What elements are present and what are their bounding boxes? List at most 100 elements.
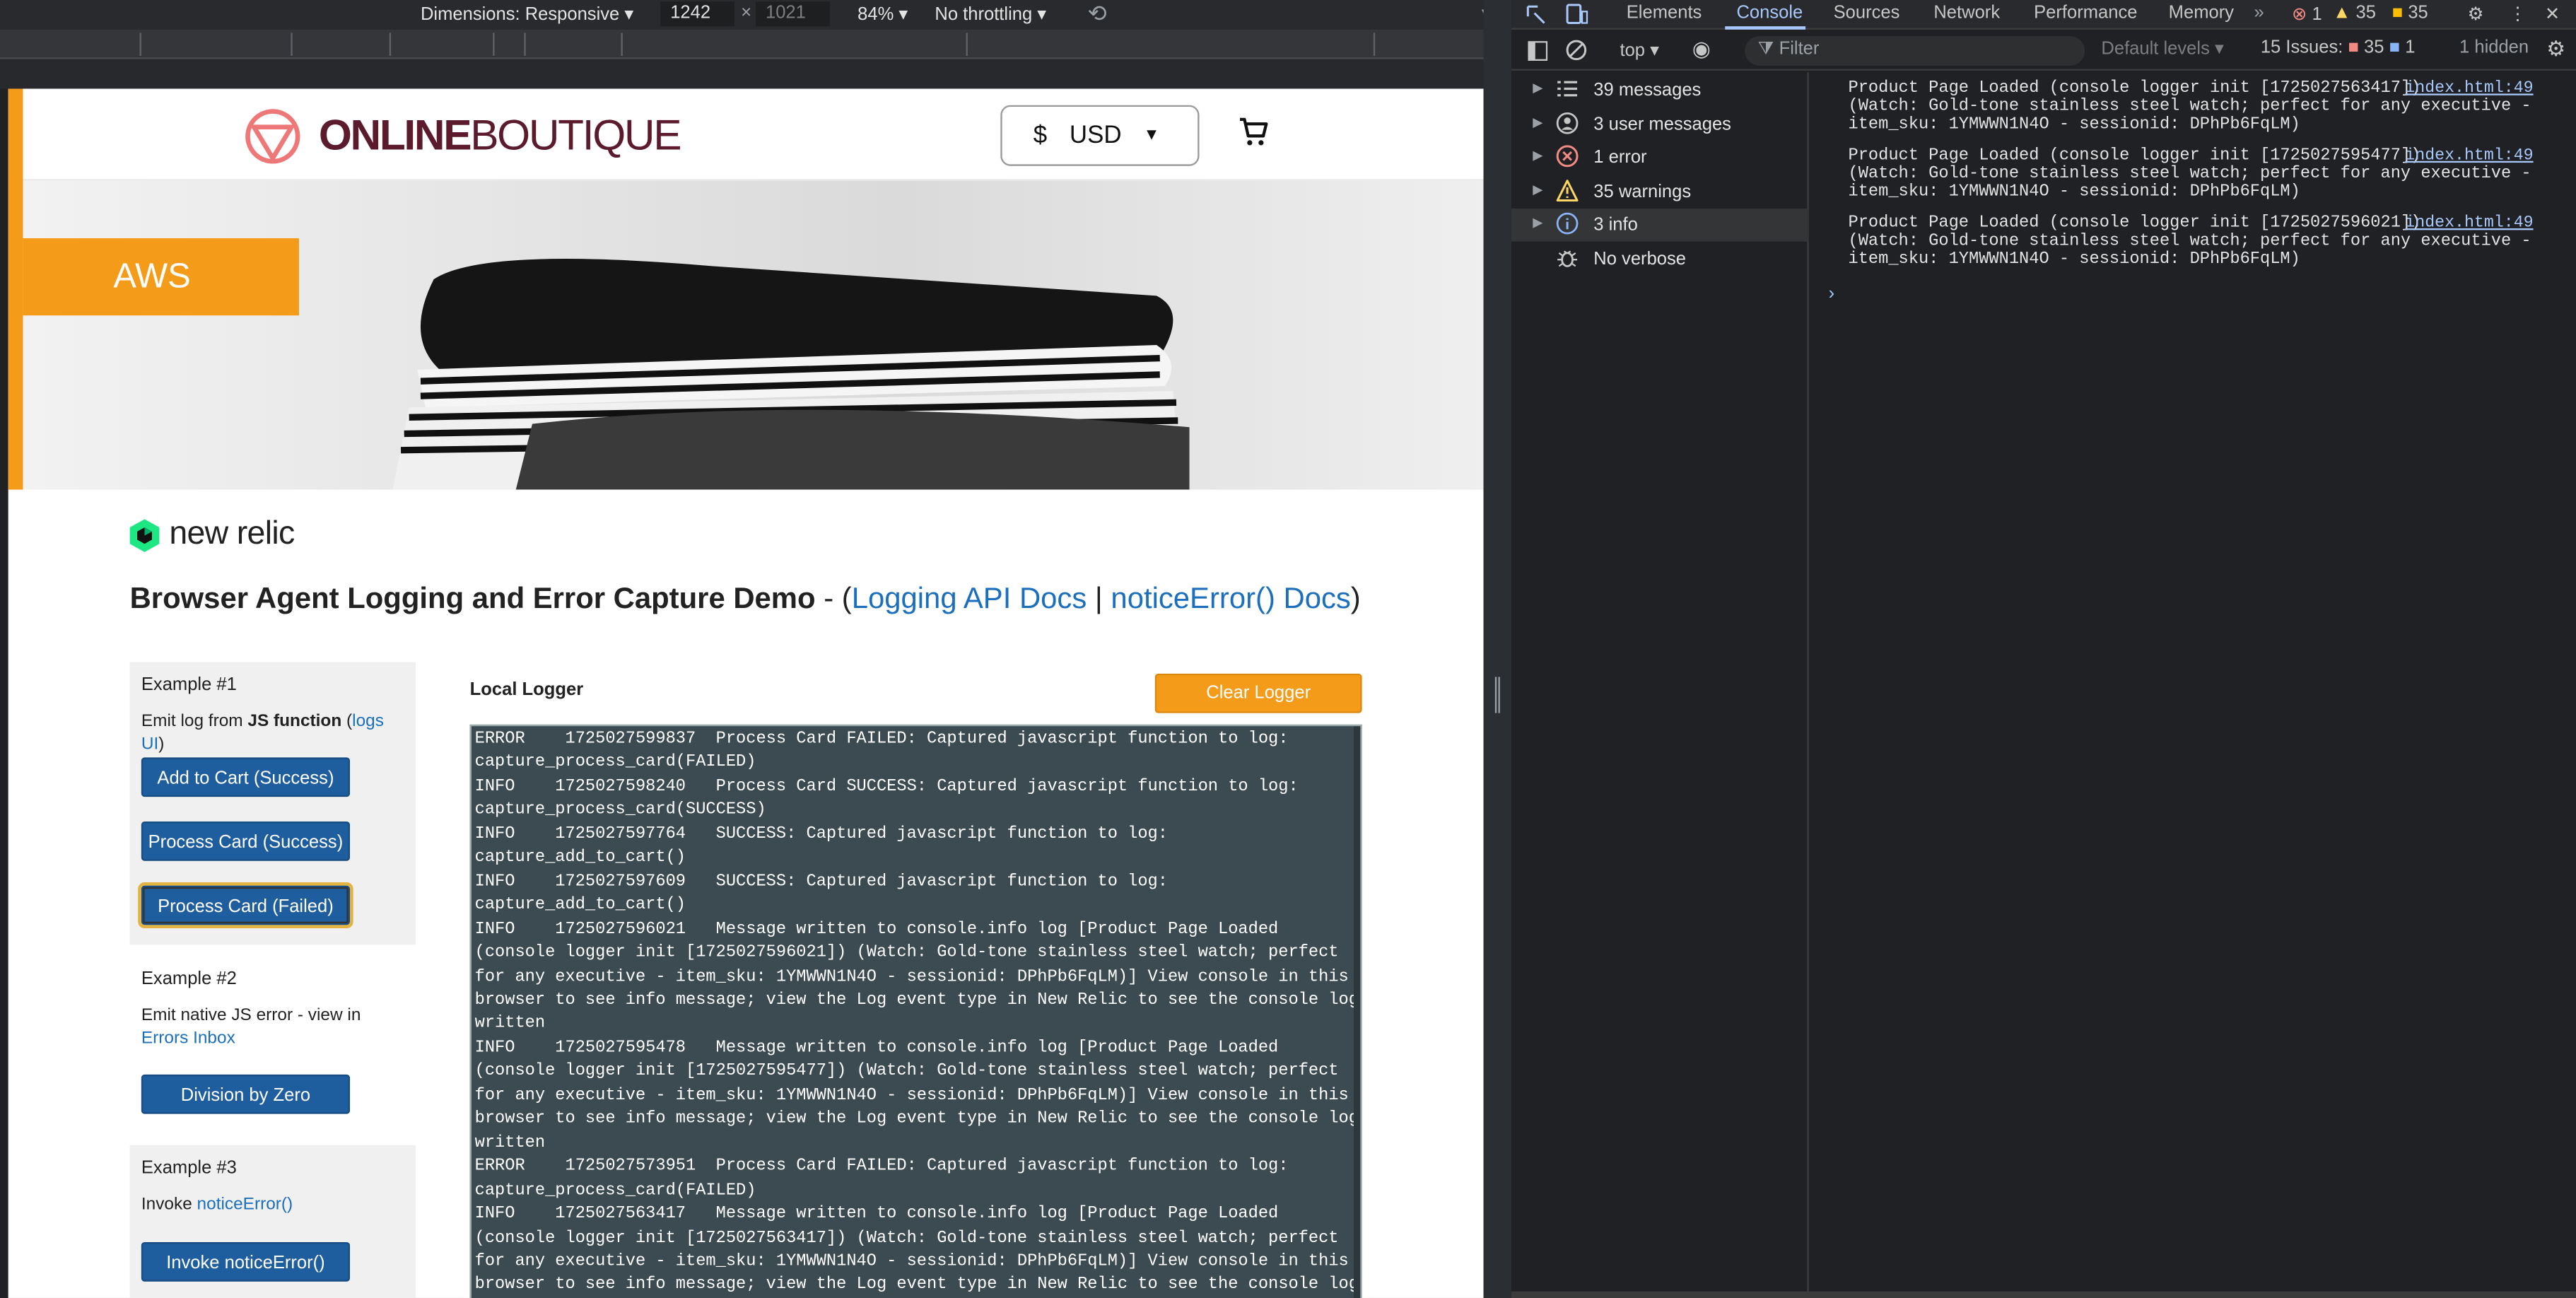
issues-warn-count: 35 (2364, 37, 2384, 58)
sidebar-item-verbose[interactable]: No verbose (1511, 243, 1809, 276)
tab-console[interactable]: Console (1736, 4, 1803, 23)
cart-icon[interactable] (1236, 113, 1272, 149)
notice-error-link[interactable]: noticeError() (197, 1195, 293, 1215)
height-input[interactable]: 1021 (756, 1, 830, 27)
sidebar-item-label: 35 warnings (1593, 182, 1692, 202)
log-line: capture_process_card(FAILED) (474, 754, 756, 773)
width-input[interactable]: 1242 (660, 1, 734, 27)
expand-arrow-icon: ▶ (1533, 182, 1543, 197)
context-selector[interactable]: top ▾ (1620, 40, 1658, 61)
log-levels-dropdown[interactable]: Default levels ▾ (2101, 37, 2223, 59)
sidebar-item-errors[interactable]: ▶ 1 error (1511, 141, 1809, 174)
error-counter[interactable]: ⊗ 1 (2292, 4, 2322, 25)
devtools-resizer[interactable] (1483, 0, 1512, 1298)
tab-performance[interactable]: Performance (2034, 4, 2137, 23)
tab-network[interactable]: Network (1933, 4, 2000, 23)
user-icon (1556, 112, 1579, 134)
log-line: (console logger init [1725027595477]) (W… (474, 1063, 1339, 1082)
message-line: item_sku: 1YMWWN1N4O - sessionid: DPhPb6… (1848, 185, 2300, 203)
example-2-title: Example #2 (141, 969, 237, 990)
log-line: capture_add_to_cart() (474, 897, 686, 916)
invoke-notice-error-button[interactable]: Invoke noticeError() (141, 1241, 351, 1282)
sidebar-item-warnings[interactable]: ▶ 35 warnings (1511, 176, 1809, 209)
tab-elements[interactable]: Elements (1627, 4, 1702, 23)
log-line: ERROR 1725027599837 Process Card FAILED:… (474, 731, 1289, 749)
issue-icon: ■ (2391, 3, 2404, 23)
rotate-icon[interactable]: ⟲ (1087, 0, 1106, 28)
log-line: written (474, 1135, 546, 1153)
console-prompt-icon[interactable]: › (1829, 284, 1835, 304)
log-line: (console logger init [1725027596021]) (W… (474, 945, 1339, 964)
console-settings-icon[interactable]: ⚙ (2546, 36, 2565, 62)
throttling-dropdown[interactable]: No throttling ▾ (935, 4, 1046, 25)
logging-api-docs-link[interactable]: Logging API Docs (852, 582, 1087, 614)
log-line: INFO 1725027597609 SUCCESS: Captured jav… (474, 873, 1169, 892)
issues-button[interactable]: 15 Issues: ■ 35 ■ 1 (2261, 37, 2416, 57)
tab-memory[interactable]: Memory (2169, 4, 2234, 23)
process-card-failed-button[interactable]: Process Card (Failed) (138, 882, 353, 929)
site-logo[interactable]: ONLINEBOUTIQUE (319, 110, 682, 161)
log-line: capture_process_card(SUCCESS) (474, 802, 766, 821)
clear-console-icon[interactable] (1566, 40, 1587, 61)
example-1-desc-post: ) (158, 734, 165, 754)
screen: Dimensions: Responsive ▾ 1242 × 1021 84%… (0, 0, 2576, 1298)
log-line: for any executive - item_sku: 1YMWWN1N4O… (474, 969, 1349, 987)
example-2-desc-text: Emit native JS error - view in (141, 1005, 361, 1026)
expand-arrow-icon: ▶ (1533, 148, 1543, 163)
add-to-cart-success-button[interactable]: Add to Cart (Success) (141, 757, 351, 797)
sidebar-item-label: 1 error (1593, 148, 1647, 168)
devtools-panel: Elements Console Sources Network Perform… (1511, 0, 2576, 1298)
media-query-bar[interactable] (0, 29, 1512, 59)
currency-selector[interactable]: $ USD ▼ (1000, 105, 1200, 166)
inspect-element-icon[interactable] (1526, 5, 1546, 25)
more-tabs-icon[interactable]: » (2254, 4, 2264, 23)
issue-warning-icon: ■ (2348, 37, 2359, 58)
log-line: INFO 1725027598240 Process Card SUCCESS:… (474, 778, 1299, 797)
division-by-zero-button[interactable]: Division by Zero (141, 1074, 351, 1114)
message-source-link[interactable]: index.html:49 (2405, 148, 2533, 166)
message-source-link[interactable]: index.html:49 (2405, 215, 2533, 233)
sidebar-item-user-messages[interactable]: ▶ 3 user messages (1511, 108, 1809, 141)
example-2-panel: Example #2 Emit native JS error - view i… (129, 956, 416, 1130)
sidebar-item-label: 39 messages (1593, 80, 1702, 100)
device-toggle-icon[interactable] (1566, 4, 1589, 25)
live-expression-eye-icon[interactable]: ◉ (1692, 36, 1711, 62)
chevron-down-icon: ▼ (1143, 126, 1160, 145)
currency-symbol: $ (1033, 121, 1048, 150)
clear-logger-button[interactable]: Clear Logger (1154, 673, 1362, 713)
tab-sources[interactable]: Sources (1834, 4, 1900, 23)
logo-icon[interactable] (242, 105, 304, 168)
console-filter-input[interactable]: ⧩ Filter (1745, 36, 2085, 66)
log-line: written (474, 1016, 546, 1034)
message-source-link[interactable]: index.html:49 (2405, 81, 2533, 99)
dimensions-label: Dimensions: Responsive (420, 4, 620, 25)
kebab-menu-icon[interactable]: ⋮ (2509, 4, 2527, 25)
issue-counter[interactable]: ■ 35 (2392, 4, 2428, 23)
log-line: (console logger init [1725027563417]) (W… (474, 1229, 1339, 1249)
context-label: top (1620, 41, 1646, 61)
example-3-title: Example #3 (141, 1158, 237, 1179)
sidebar-item-messages[interactable]: ▶ 39 messages (1511, 74, 1809, 107)
sidebar-item-info[interactable]: ▶ 3 info (1511, 209, 1809, 242)
zoom-dropdown[interactable]: 84% ▾ (857, 4, 908, 25)
errors-inbox-link[interactable]: Errors Inbox (141, 1029, 235, 1048)
sidebar-toggle-icon[interactable] (1528, 41, 1548, 61)
process-card-success-button[interactable]: Process Card (Success) (141, 822, 351, 861)
log-line: browser to see info message; view the Lo… (474, 1111, 1359, 1130)
dimensions-dropdown[interactable]: Dimensions: Responsive ▾ (421, 4, 633, 25)
resize-handle-icon[interactable] (1494, 677, 1500, 713)
logo-light: BOUTIQUE (470, 110, 681, 160)
local-logger-output[interactable]: ERROR 1725027599837 Process Card FAILED:… (469, 724, 1362, 1298)
devtools-tabbar: Elements Console Sources Network Perform… (1511, 0, 2576, 30)
warning-counter[interactable]: ▲ 35 (2333, 4, 2376, 23)
notice-error-docs-link[interactable]: noticeError() Docs (1111, 582, 1350, 614)
settings-gear-icon[interactable]: ⚙ (2468, 4, 2484, 25)
close-devtools-icon[interactable]: ✕ (2545, 4, 2560, 25)
sidebar-item-label: 3 info (1593, 215, 1638, 235)
logger-scrollbar[interactable] (1353, 726, 1361, 1298)
info-icon (1556, 212, 1579, 235)
device-toolbar: Dimensions: Responsive ▾ 1242 × 1021 84%… (0, 0, 1512, 30)
active-tab-indicator (1725, 26, 1806, 30)
hero-image (392, 259, 1190, 490)
times-sign: × (741, 3, 752, 23)
